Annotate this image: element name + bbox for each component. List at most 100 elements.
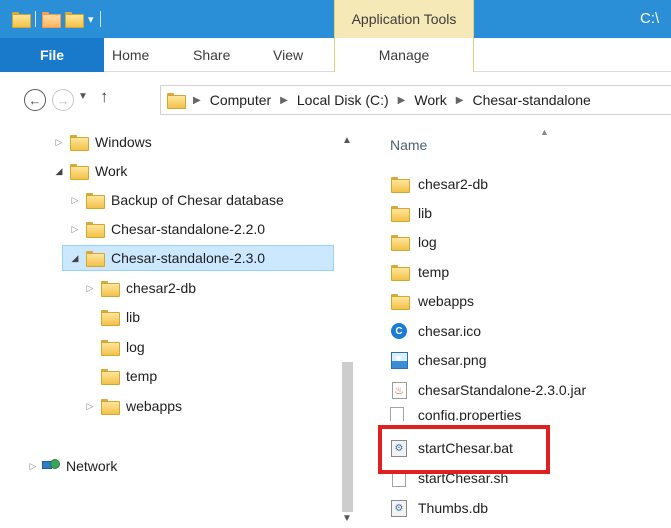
ico-file-icon: C: [390, 322, 408, 340]
tree-item-label: Network: [66, 458, 118, 474]
tree-item-label: webapps: [126, 398, 183, 414]
up-button[interactable]: ↑: [100, 87, 109, 107]
scroll-up-icon[interactable]: ▲: [342, 135, 352, 146]
folder-icon: [86, 251, 105, 267]
file-name: temp: [418, 264, 450, 280]
tree-item-work[interactable]: ◢ Work: [52, 158, 127, 184]
tab-file[interactable]: File: [0, 38, 104, 72]
address-bar[interactable]: ▶ Computer ▶ Local Disk (C:) ▶ Work ▶ Ch…: [160, 85, 671, 115]
collapse-arrow-icon[interactable]: ◢: [68, 253, 82, 264]
file-name: chesar2-db: [418, 176, 489, 192]
tab-home[interactable]: Home: [112, 38, 149, 72]
folder-icon[interactable]: [12, 12, 31, 28]
file-name: lib: [418, 205, 433, 221]
forward-button[interactable]: →: [52, 89, 74, 111]
expand-arrow-icon[interactable]: ▷: [68, 224, 82, 235]
file-name: log: [418, 234, 437, 250]
tree-item-temp[interactable]: temp: [97, 363, 157, 389]
properties-icon[interactable]: [42, 12, 61, 28]
application-tools-label: Application Tools: [334, 0, 474, 38]
file-row[interactable]: log: [390, 229, 437, 255]
forward-arrow-icon: →: [56, 92, 70, 108]
scrollbar-thumb[interactable]: [342, 362, 353, 512]
tree-item-webapps[interactable]: ▷ webapps: [83, 393, 182, 419]
document-icon: [390, 407, 404, 421]
breadcrumb-chesar-standalone[interactable]: Chesar-standalone: [473, 92, 591, 108]
chevron-right-icon[interactable]: ▶: [280, 95, 288, 106]
file-row[interactable]: temp: [390, 259, 449, 285]
file-name: config.properties: [417, 407, 522, 421]
scroll-down-icon[interactable]: ▼: [342, 513, 352, 524]
expand-arrow-icon[interactable]: ▷: [83, 401, 97, 412]
file-row[interactable]: ♨ chesarStandalone-2.3.0.jar: [390, 377, 586, 403]
tree-item-windows[interactable]: ▷ Windows: [52, 129, 152, 155]
tab-manage[interactable]: Manage: [334, 38, 474, 72]
tree-item-label: Work: [95, 163, 128, 179]
tree-item-label: Chesar-standalone-2.2.0: [111, 221, 266, 237]
file-name: chesar.png: [418, 352, 487, 368]
customize-toolbar-icon[interactable]: ▾: [88, 13, 94, 26]
back-button[interactable]: ←: [24, 89, 46, 111]
expand-arrow-icon[interactable]: ▷: [83, 283, 97, 294]
file-row[interactable]: webapps: [390, 288, 474, 314]
breadcrumb-computer[interactable]: Computer: [210, 92, 271, 108]
tree-item-label: Windows: [95, 134, 152, 150]
chevron-right-icon[interactable]: ▶: [193, 95, 201, 106]
folder-icon: [70, 164, 89, 180]
folder-icon: [86, 193, 105, 209]
title-bar: ▾ Application Tools C:\: [0, 0, 671, 38]
tree-item-chesar-2-3-0[interactable]: ◢ Chesar-standalone-2.3.0: [62, 245, 334, 271]
tree-item-chesar2-db[interactable]: ▷ chesar2-db: [83, 275, 196, 301]
file-row[interactable]: chesar.png: [390, 347, 487, 373]
expand-arrow-icon[interactable]: ▷: [26, 461, 40, 472]
separator: [35, 11, 36, 27]
folder-icon: [390, 263, 410, 281]
back-arrow-icon: ←: [28, 92, 42, 108]
file-row[interactable]: chesar2-db: [390, 171, 488, 197]
breadcrumb-local-disk[interactable]: Local Disk (C:): [297, 92, 389, 108]
separator: [99, 11, 101, 27]
folder-icon: [167, 93, 186, 109]
chevron-right-icon[interactable]: ▶: [398, 95, 406, 106]
highlight-annotation: [378, 425, 550, 474]
file-name: webapps: [418, 293, 475, 309]
navigation-bar: ← → ▼ ↑ ▶ Computer ▶ Local Disk (C:) ▶ W…: [0, 73, 671, 123]
tree-item-network[interactable]: ▷ Network: [26, 453, 118, 479]
window-title: C:\: [640, 10, 660, 27]
column-header-name[interactable]: Name: [390, 137, 427, 153]
tree-item-chesar-2-2-0[interactable]: ▷ Chesar-standalone-2.2.0: [68, 216, 265, 242]
expand-arrow-icon[interactable]: ▷: [68, 195, 82, 206]
tree-item-label: Chesar-standalone-2.3.0: [111, 250, 266, 266]
folder-icon: [390, 175, 410, 193]
tree-item-lib[interactable]: lib: [97, 304, 140, 330]
file-name: chesar.ico: [418, 323, 482, 339]
folder-icon: [86, 222, 105, 238]
folder-icon: [101, 340, 120, 356]
folder-icon: [390, 204, 410, 222]
image-file-icon: [390, 351, 408, 369]
tree-item-label: lib: [126, 309, 141, 325]
tree-item-label: Backup of Chesar database: [111, 192, 284, 208]
file-row[interactable]: lib: [390, 200, 432, 226]
folder-icon: [101, 369, 120, 385]
breadcrumb-work[interactable]: Work: [414, 92, 446, 108]
tree-item-log[interactable]: log: [97, 334, 145, 360]
file-row[interactable]: C chesar.ico: [390, 318, 481, 344]
expand-arrow-icon[interactable]: ▷: [52, 137, 66, 148]
tree-item-label: log: [126, 339, 145, 355]
tab-share[interactable]: Share: [193, 38, 230, 72]
tree-item-backup[interactable]: ▷ Backup of Chesar database: [68, 187, 284, 213]
file-row-partial[interactable]: config.properties: [390, 407, 550, 421]
recent-locations-button[interactable]: ▼: [78, 91, 88, 102]
folder-icon: [390, 292, 410, 310]
file-name: chesarStandalone-2.3.0.jar: [418, 382, 587, 398]
tree-item-label: chesar2-db: [126, 280, 197, 296]
new-folder-icon[interactable]: [65, 12, 84, 28]
folder-icon: [101, 281, 120, 297]
tab-view[interactable]: View: [273, 38, 303, 72]
collapse-arrow-icon[interactable]: ◢: [52, 166, 66, 177]
chevron-right-icon[interactable]: ▶: [456, 95, 464, 106]
navigation-pane: ▷ Windows ◢ Work ▷ Backup of Chesar data…: [0, 125, 358, 528]
nav-scrollbar[interactable]: ▲ ▼: [338, 125, 356, 528]
file-row[interactable]: ⚙ Thumbs.db: [390, 495, 488, 521]
